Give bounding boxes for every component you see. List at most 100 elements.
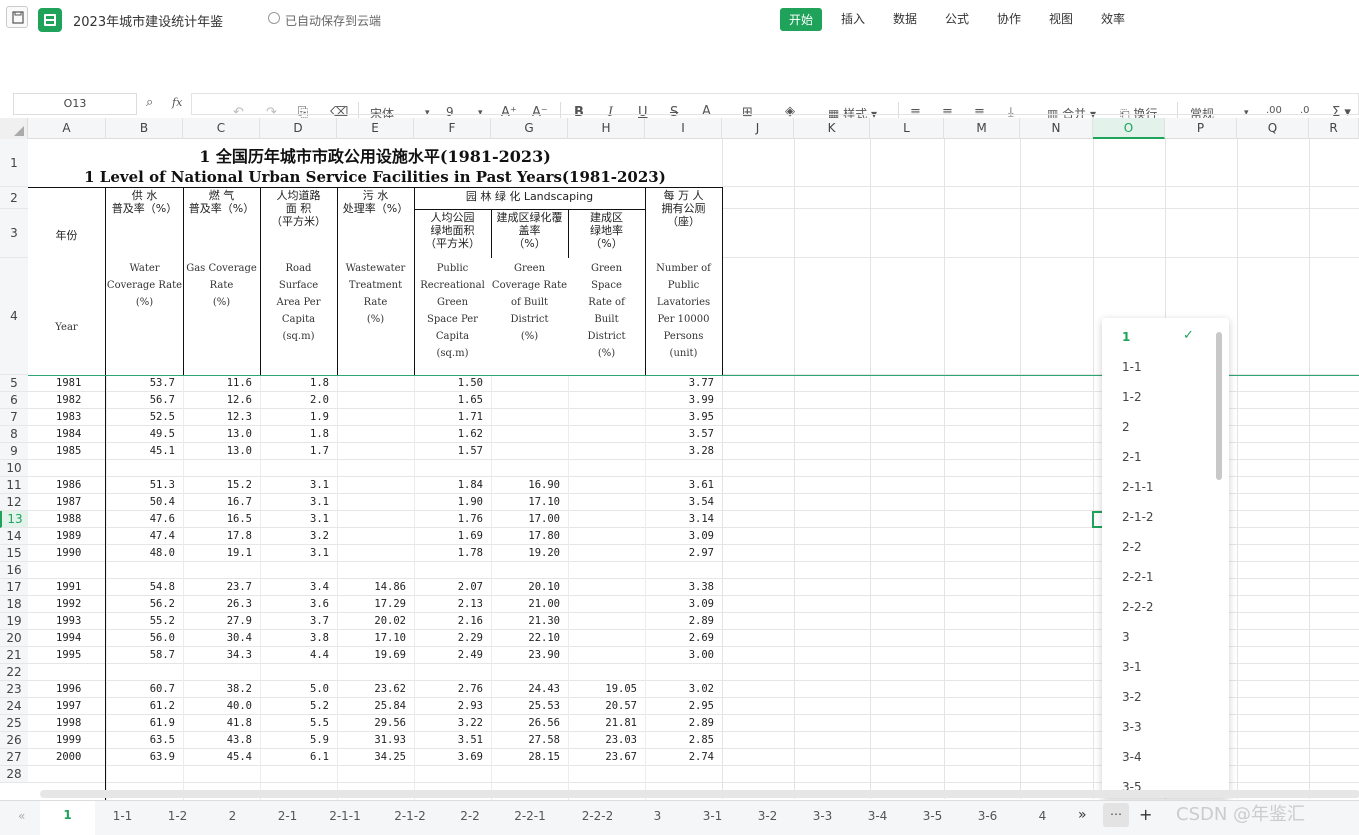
data-cell[interactable]: 2.16 [414,615,483,627]
data-cell[interactable]: 63.9 [106,751,175,763]
data-cell[interactable]: 16.7 [183,496,252,508]
year-cell[interactable]: 1982 [56,394,106,406]
data-cell[interactable]: 25.53 [491,700,560,712]
sheet-tab[interactable]: 3-2 [740,809,795,823]
data-cell[interactable]: 24.43 [491,683,560,695]
dropdown-item[interactable]: 3-2 [1122,690,1142,704]
data-cell[interactable]: 3.95 [645,411,714,423]
name-box[interactable]: O13 [13,93,137,115]
data-cell[interactable]: 20.02 [337,615,406,627]
data-cell[interactable]: 3.8 [260,632,329,644]
sheet-tab[interactable]: 2-2-2 [565,809,630,823]
row-header-3[interactable]: 3 [0,209,28,258]
data-cell[interactable]: 21.30 [491,615,560,627]
sheet-tab[interactable]: 1 [40,801,95,835]
row-header-19[interactable]: 19 [0,613,28,630]
sheet-tab[interactable]: 3-3 [795,809,850,823]
data-cell[interactable]: 3.38 [645,581,714,593]
data-cell[interactable]: 1.90 [414,496,483,508]
data-cell[interactable]: 2.69 [645,632,714,644]
data-cell[interactable]: 15.2 [183,479,252,491]
data-cell[interactable]: 19.20 [491,547,560,559]
row-header-18[interactable]: 18 [0,596,28,613]
scroll-tabs-left-icon[interactable]: « [18,809,25,823]
data-cell[interactable]: 3.61 [645,479,714,491]
data-cell[interactable]: 45.4 [183,751,252,763]
data-cell[interactable]: 58.7 [106,649,175,661]
data-cell[interactable]: 23.67 [568,751,637,763]
sheet-tab[interactable]: 2-1 [260,809,315,823]
data-cell[interactable]: 1.8 [260,377,329,389]
row-header-2[interactable]: 2 [0,187,28,209]
data-cell[interactable]: 20.57 [568,700,637,712]
data-cell[interactable]: 19.05 [568,683,637,695]
sheet-tab[interactable]: 2-1-1 [315,809,375,823]
row-header-8[interactable]: 8 [0,426,28,443]
year-cell[interactable]: 1983 [56,411,106,423]
data-cell[interactable]: 19.1 [183,547,252,559]
data-cell[interactable]: 4.4 [260,649,329,661]
data-cell[interactable]: 43.8 [183,734,252,746]
data-cell[interactable]: 17.10 [337,632,406,644]
dropdown-item[interactable]: 2-1-1 [1122,480,1154,494]
column-header-r[interactable]: R [1309,118,1359,139]
data-cell[interactable]: 2.49 [414,649,483,661]
data-cell[interactable]: 47.4 [106,530,175,542]
data-cell[interactable]: 28.15 [491,751,560,763]
data-cell[interactable]: 5.2 [260,700,329,712]
row-header-26[interactable]: 26 [0,732,28,749]
data-cell[interactable]: 56.2 [106,598,175,610]
data-cell[interactable]: 1.65 [414,394,483,406]
year-cell[interactable]: 1994 [56,632,106,644]
column-header-k[interactable]: K [794,118,870,139]
data-cell[interactable]: 17.00 [491,513,560,525]
year-cell[interactable]: 1988 [56,513,106,525]
dropdown-item[interactable]: 3-1 [1122,660,1142,674]
row-header-4[interactable]: 4 [0,258,28,375]
data-cell[interactable]: 21.00 [491,598,560,610]
data-cell[interactable]: 22.10 [491,632,560,644]
year-cell[interactable]: 1998 [56,717,106,729]
row-header-9[interactable]: 9 [0,443,28,460]
data-cell[interactable]: 19.69 [337,649,406,661]
data-cell[interactable]: 12.3 [183,411,252,423]
data-cell[interactable]: 5.5 [260,717,329,729]
year-cell[interactable]: 2000 [56,751,106,763]
column-header-b[interactable]: B [106,118,183,139]
data-cell[interactable]: 56.0 [106,632,175,644]
data-cell[interactable]: 23.62 [337,683,406,695]
data-cell[interactable]: 21.81 [568,717,637,729]
row-header-10[interactable]: 10 [0,460,28,477]
column-header-e[interactable]: E [337,118,414,139]
sheet-tab[interactable]: 3-5 [905,809,960,823]
row-header-24[interactable]: 24 [0,698,28,715]
year-cell[interactable]: 1997 [56,700,106,712]
data-cell[interactable]: 29.56 [337,717,406,729]
data-cell[interactable]: 47.6 [106,513,175,525]
data-cell[interactable]: 3.69 [414,751,483,763]
row-header-16[interactable]: 16 [0,562,28,579]
dropdown-item[interactable]: 1-1 [1122,360,1142,374]
data-cell[interactable]: 61.2 [106,700,175,712]
data-cell[interactable]: 6.1 [260,751,329,763]
column-header-i[interactable]: I [645,118,722,139]
data-cell[interactable]: 30.4 [183,632,252,644]
year-cell[interactable]: 1993 [56,615,106,627]
dropdown-item[interactable]: 3-4 [1122,750,1142,764]
row-header-14[interactable]: 14 [0,528,28,545]
year-cell[interactable]: 1986 [56,479,106,491]
data-cell[interactable]: 53.7 [106,377,175,389]
menu-insert[interactable]: 插入 [841,10,865,27]
data-cell[interactable]: 63.5 [106,734,175,746]
data-cell[interactable]: 13.0 [183,445,252,457]
sheet-tab[interactable]: 2-2-1 [495,809,565,823]
data-cell[interactable]: 1.69 [414,530,483,542]
data-cell[interactable]: 17.29 [337,598,406,610]
data-cell[interactable]: 1.8 [260,428,329,440]
sheet-tab[interactable]: 3-4 [850,809,905,823]
data-cell[interactable]: 2.29 [414,632,483,644]
data-cell[interactable]: 17.80 [491,530,560,542]
data-cell[interactable]: 3.57 [645,428,714,440]
data-cell[interactable]: 13.0 [183,428,252,440]
column-header-f[interactable]: F [414,118,491,139]
